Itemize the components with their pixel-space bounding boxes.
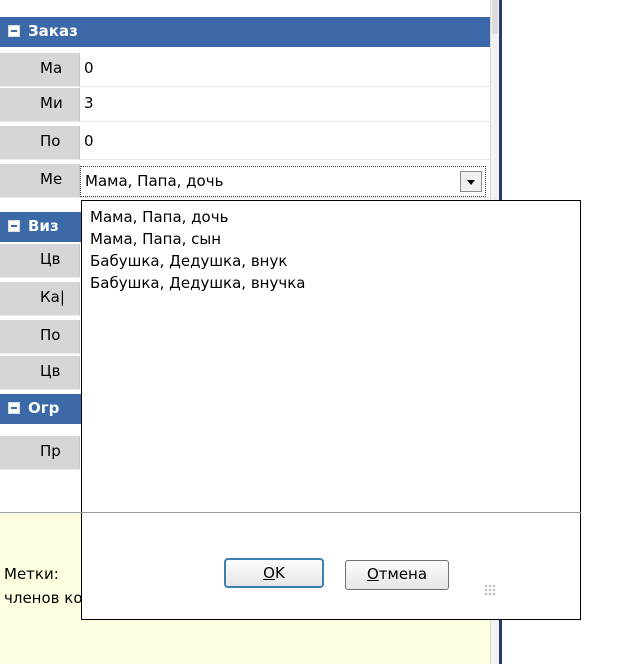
chevron-down-icon[interactable]	[460, 171, 482, 192]
popup-footer-divider	[81, 512, 581, 513]
property-value[interactable]: 0	[79, 126, 490, 160]
dropdown-value: Мама, Папа, дочь	[85, 172, 224, 190]
property-value[interactable]: 3	[79, 88, 490, 122]
property-row[interactable]: По 0	[0, 126, 490, 160]
help-title: Метки:	[4, 565, 59, 583]
property-name: По	[36, 320, 79, 354]
resize-grip-icon[interactable]	[484, 584, 496, 596]
property-name: Цв	[36, 356, 79, 390]
ok-button[interactable]: OK	[224, 558, 324, 588]
category-label: Виз	[28, 217, 59, 235]
cancel-button[interactable]: Отмена	[345, 560, 449, 590]
property-name: Цв	[36, 244, 79, 278]
list-item[interactable]: Бабушка, Дедушка, внучка	[90, 273, 305, 295]
collapse-icon[interactable]	[8, 220, 20, 232]
list-item[interactable]: Мама, Папа, сын	[90, 229, 305, 251]
category-label: Огр	[28, 399, 60, 417]
property-name: Ка|	[36, 282, 79, 316]
property-name: По	[36, 126, 79, 160]
dropdown-popup: Мама, Папа, дочь Мама, Папа, сын Бабушка…	[81, 200, 581, 620]
property-name: Ме	[36, 164, 79, 198]
dropdown-editor[interactable]: Мама, Папа, дочь	[80, 166, 486, 197]
list-item[interactable]: Мама, Папа, дочь	[90, 207, 305, 229]
property-value[interactable]: 0	[79, 53, 490, 87]
property-row[interactable]: Ми 3	[0, 88, 490, 122]
property-name: Ми	[36, 88, 79, 122]
collapse-icon[interactable]	[8, 402, 20, 414]
collapse-icon[interactable]	[8, 25, 20, 37]
property-name: Ма	[36, 53, 79, 87]
category-order[interactable]: Заказ	[0, 17, 490, 47]
property-row[interactable]: Ма 0	[0, 53, 490, 87]
option-list: Мама, Папа, дочь Мама, Папа, сын Бабушка…	[90, 207, 305, 295]
category-label: Заказ	[28, 22, 78, 40]
list-item[interactable]: Бабушка, Дедушка, внук	[90, 251, 305, 273]
property-name: Пр	[36, 436, 79, 470]
scrollbar-thumb[interactable]	[492, 0, 498, 34]
